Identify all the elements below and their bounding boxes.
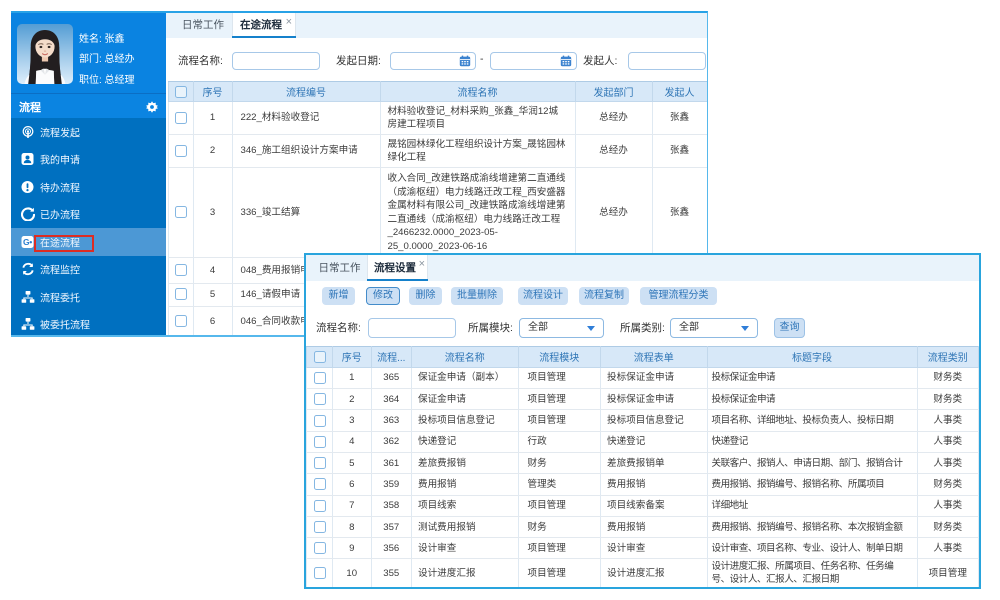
svg-text:G: G bbox=[23, 237, 30, 247]
